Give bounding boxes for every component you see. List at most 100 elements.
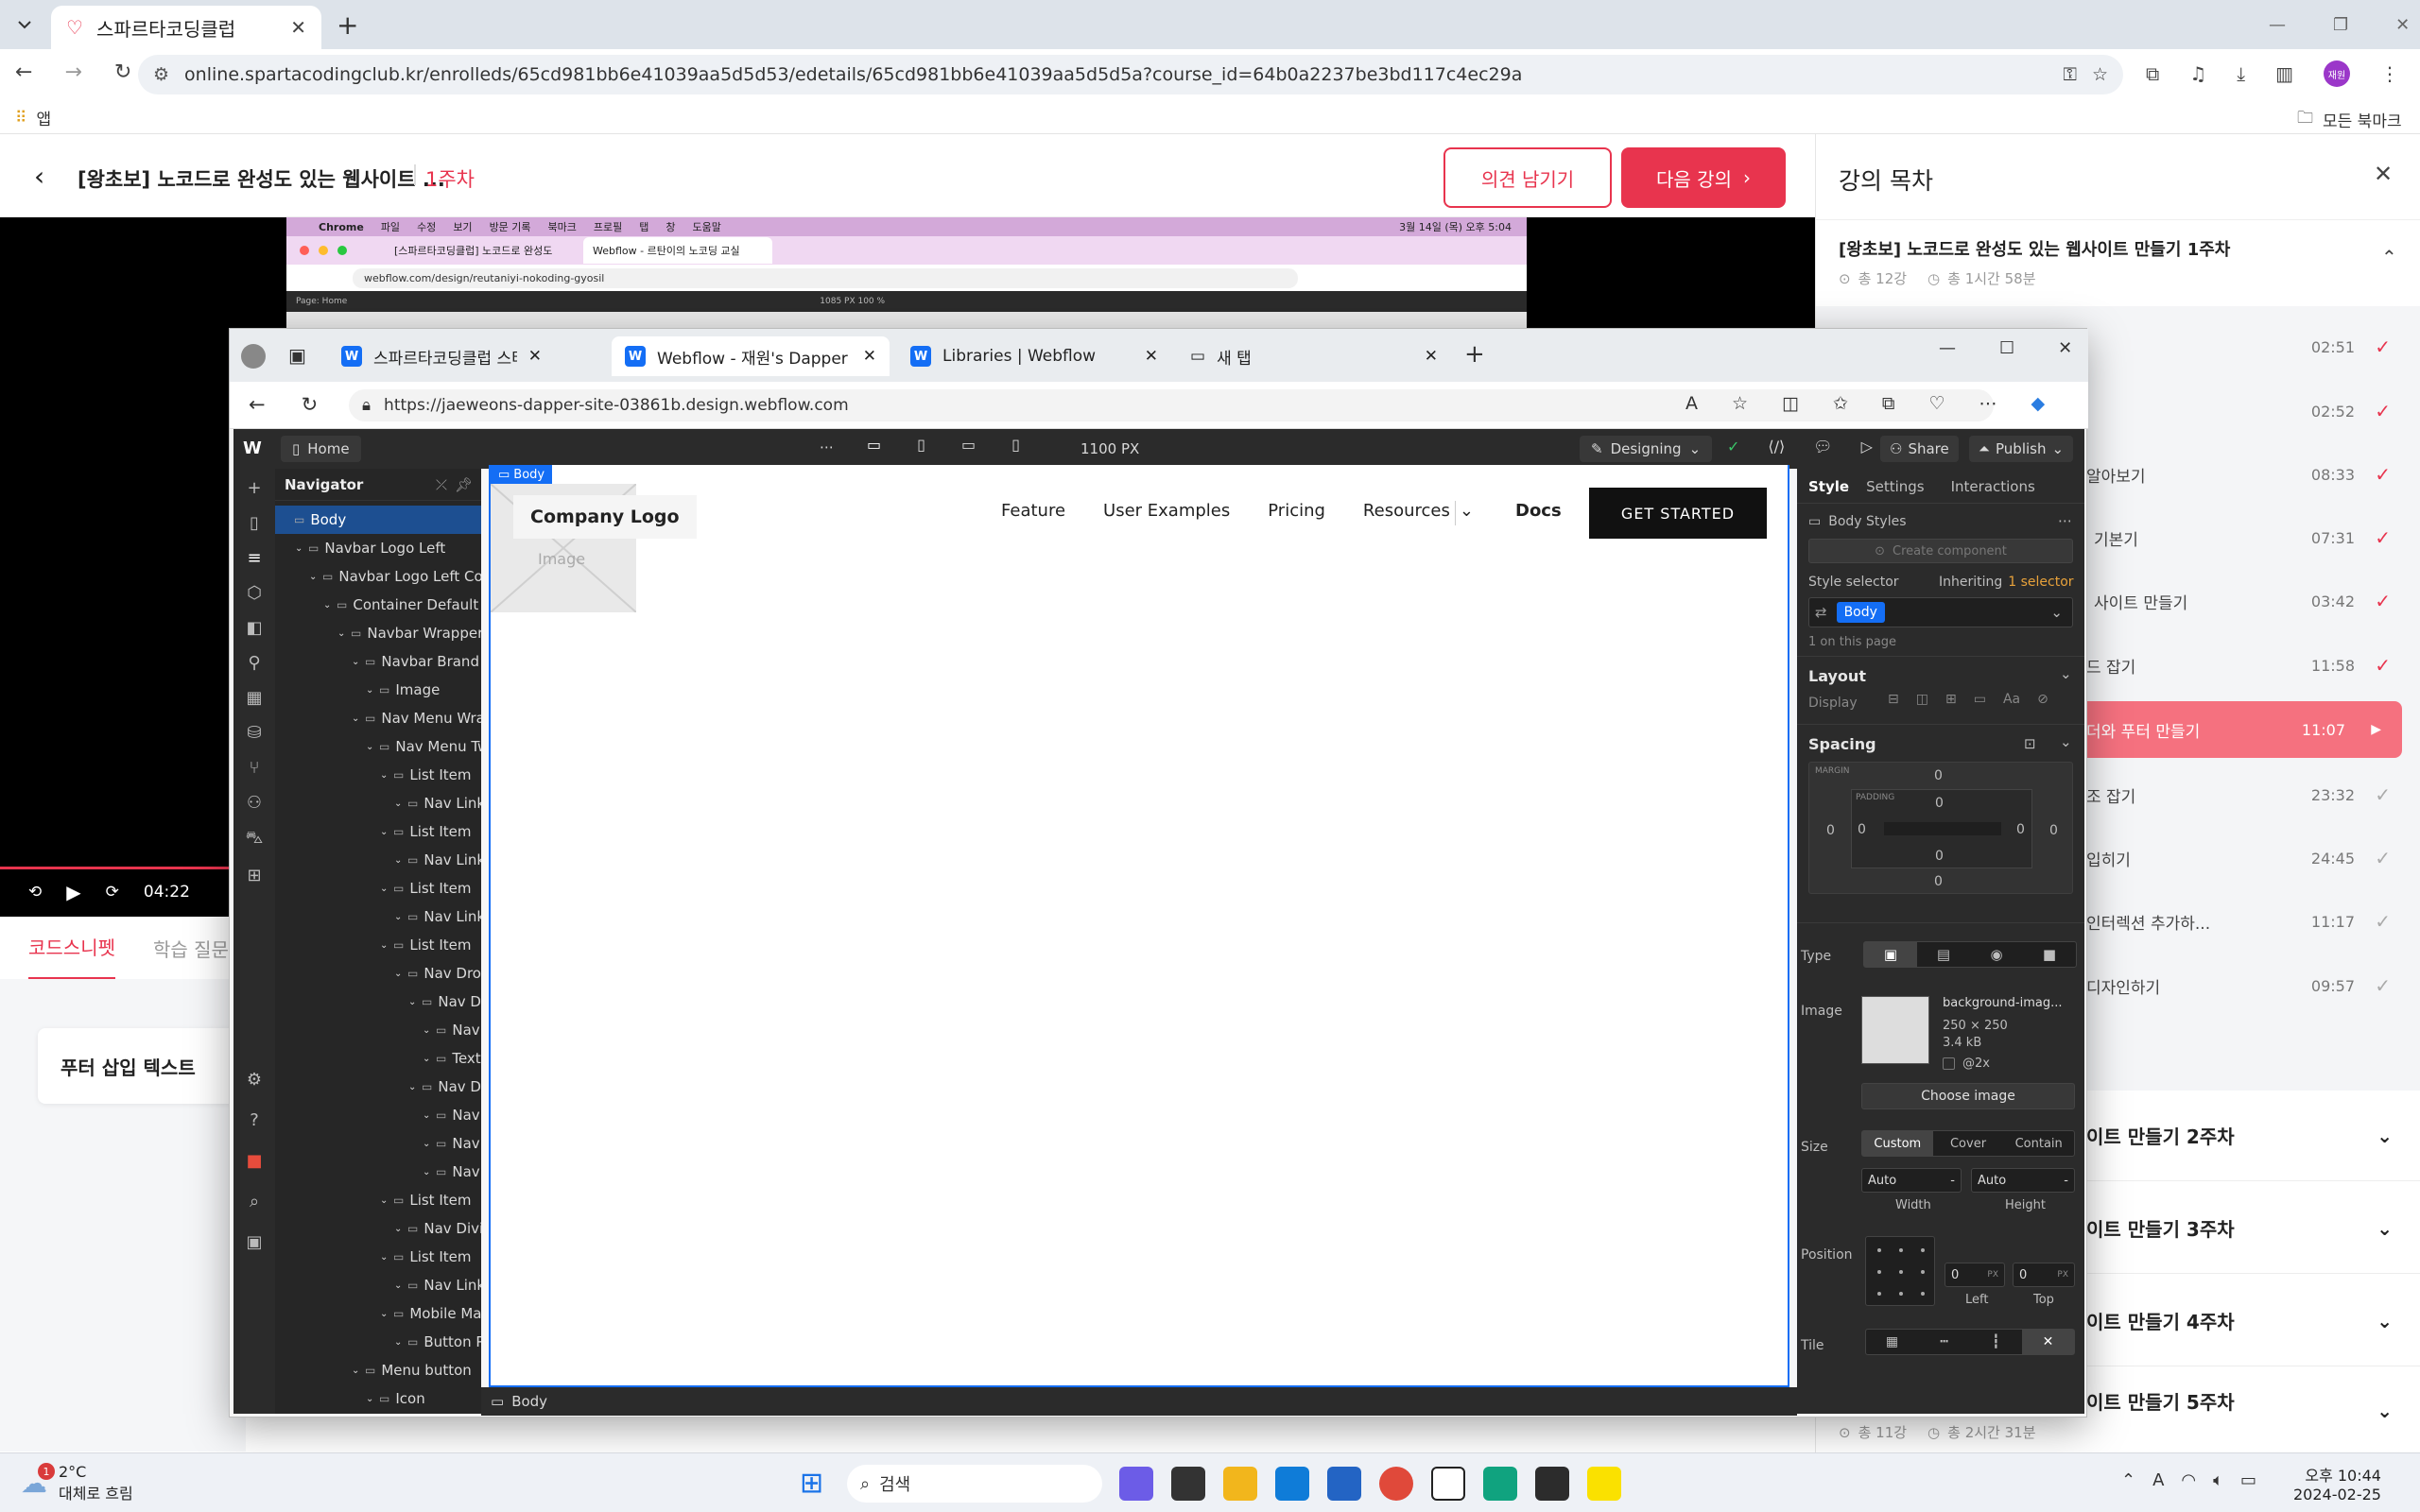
navigator-node[interactable]: ⌄ ▭ Nav Link xyxy=(275,846,481,874)
display-grid-icon[interactable]: ⊞ xyxy=(1945,692,1957,707)
navigator-node[interactable]: ⌄ ▭ Text xyxy=(275,1044,481,1073)
style-selector-input[interactable]: ⇄ Body ⌄ xyxy=(1808,597,2073,627)
navigator-node[interactable]: ⌄ ▭ Image xyxy=(275,676,481,704)
expand-caret-icon[interactable]: ⌄ xyxy=(323,600,331,610)
search-icon[interactable]: ⌕ xyxy=(250,1192,259,1211)
edge-tab[interactable]: ▭ 새 탭 ✕ xyxy=(1177,336,1451,376)
settings-icon[interactable]: ⚙ xyxy=(247,1070,262,1090)
navigator-node[interactable]: ⌄ ▭ Icon xyxy=(275,1384,481,1413)
desktop-breakpoint-icon[interactable]: ▭ xyxy=(867,436,881,454)
tab-search-icon[interactable] xyxy=(13,13,36,36)
bg-radial-gradient-icon[interactable]: ◉ xyxy=(1970,946,2023,963)
tab-interactions[interactable]: Interactions xyxy=(1951,478,2035,495)
display-block-icon[interactable]: ⊟ xyxy=(1888,692,1899,707)
navigator-node[interactable]: ⌄ ▭ List Item xyxy=(275,817,481,846)
navigator-node[interactable]: ⌄ ▭ Nav Dr xyxy=(275,988,481,1016)
play-icon[interactable]: ▶ xyxy=(66,881,80,903)
choose-image-button[interactable]: Choose image xyxy=(1861,1083,2075,1109)
toc-close-icon[interactable]: ✕ xyxy=(2374,161,2393,187)
navigator-node[interactable]: ⌄ ▭ List Item xyxy=(275,761,481,789)
navigator-node[interactable]: ⌄ ▭ List Item xyxy=(275,1186,481,1214)
expand-caret-icon[interactable]: ⌄ xyxy=(394,1280,402,1291)
navigator-node[interactable]: ⌄ ▭ List Item xyxy=(275,931,481,959)
get-started-button[interactable]: GET STARTED xyxy=(1589,488,1767,539)
variables-icon[interactable]: ⚲ xyxy=(248,653,260,673)
pin-icon[interactable]: 📌︎ xyxy=(455,476,473,493)
expand-caret-icon[interactable]: ⌄ xyxy=(309,572,317,582)
pages-icon[interactable]: ▯ xyxy=(250,513,259,533)
ecommerce-icon[interactable]: ⛍ xyxy=(246,828,264,850)
record-icon[interactable]: ■ xyxy=(246,1151,262,1171)
tablet-breakpoint-icon[interactable]: ▯ xyxy=(917,436,925,454)
chevron-down-icon[interactable]: ⌄ xyxy=(2060,733,2072,750)
nav-link-docs[interactable]: Docs xyxy=(1515,501,1562,521)
display-inline-icon[interactable]: Aa xyxy=(2003,692,2020,707)
webflow-logo-icon[interactable]: W xyxy=(243,438,262,458)
chevron-down-icon[interactable]: ⌄ xyxy=(2060,665,2072,682)
minimize-icon[interactable]: — xyxy=(1939,338,1956,358)
expand-caret-icon[interactable]: ⌄ xyxy=(380,1309,388,1319)
ime-icon[interactable]: A xyxy=(2152,1470,2164,1490)
task-view-icon[interactable] xyxy=(1171,1467,1205,1501)
layout-section[interactable]: Layout xyxy=(1808,667,1866,685)
copilot-icon[interactable]: ◆ xyxy=(2031,393,2046,414)
new-tab-icon[interactable]: + xyxy=(337,9,358,41)
comments-icon[interactable]: 💬︎ xyxy=(1813,438,1832,455)
bg-image-type-icon[interactable]: ▣ xyxy=(1864,942,1917,967)
padding-right[interactable]: 0 xyxy=(2016,822,2025,837)
mode-selector[interactable]: ✎ Designing ⌄ xyxy=(1580,436,1713,462)
profile-avatar[interactable]: 재원 xyxy=(2323,60,2350,87)
navigator-node[interactable]: ⌄ ▭ Nav Menu Wrap xyxy=(275,704,481,732)
navigator-node[interactable]: ⌄ ▭ Navbar Brand xyxy=(275,647,481,676)
forward-icon[interactable]: → xyxy=(64,60,81,84)
expand-caret-icon[interactable]: ⌄ xyxy=(423,1139,430,1149)
breadcrumb-body[interactable]: Body xyxy=(511,1393,547,1410)
edge-app-icon[interactable] xyxy=(1275,1467,1309,1501)
tab-close-icon[interactable]: ✕ xyxy=(528,347,542,366)
expand-caret-icon[interactable]: ⌄ xyxy=(394,1337,402,1348)
size-cover[interactable]: Cover xyxy=(1933,1137,2004,1151)
expand-caret-icon[interactable]: ⌄ xyxy=(423,1054,430,1064)
chrome-menu-icon[interactable]: ⋮ xyxy=(2380,62,2399,85)
navigator-node[interactable]: ⌄ ▭ Nav xyxy=(275,1129,481,1158)
at2x-checkbox[interactable] xyxy=(1943,1057,1955,1070)
nav-link-feature[interactable]: Feature xyxy=(1001,501,1065,521)
display-none-icon[interactable]: ⊘ xyxy=(2037,692,2048,707)
styles-icon[interactable]: ◧ xyxy=(246,618,262,638)
notion-icon[interactable] xyxy=(1431,1467,1465,1501)
padding-left[interactable]: 0 xyxy=(1858,822,1866,837)
nav-dropdown-resources[interactable]: Resources ⌄ xyxy=(1363,501,1474,521)
assets-icon[interactable]: ▦ xyxy=(246,688,262,708)
position-top-input[interactable]: 0 PX xyxy=(2013,1263,2075,1287)
file-explorer-icon[interactable] xyxy=(1223,1467,1257,1501)
restore-icon[interactable]: ❐ xyxy=(2333,15,2348,35)
split-screen-icon[interactable]: ◫ xyxy=(1782,393,1799,414)
navigator-node[interactable]: ⌄ ▭ Navbar Wrapper xyxy=(275,619,481,647)
logic-icon[interactable]: ⑂ xyxy=(250,758,260,778)
tile-horizontal-icon[interactable]: ┅ xyxy=(1918,1334,1970,1349)
profile-icon[interactable] xyxy=(241,344,266,369)
bg-linear-gradient-icon[interactable]: ▤ xyxy=(1917,946,1970,963)
expand-caret-icon[interactable]: ⌄ xyxy=(394,912,402,922)
all-bookmarks[interactable]: 🗀 모든 북마크 xyxy=(2297,106,2402,133)
reload-icon[interactable]: ↻ xyxy=(302,393,319,416)
preview-play-icon[interactable]: ▷ xyxy=(1861,438,1873,455)
margin-bottom[interactable]: 0 xyxy=(1934,874,1943,889)
site-info-icon[interactable]: ⚙ xyxy=(153,64,169,85)
password-key-icon[interactable]: ⚿ xyxy=(2063,64,2076,85)
navigator-node[interactable]: ⌄ ▭ Nav Drop xyxy=(275,959,481,988)
back-icon[interactable]: ← xyxy=(15,60,32,84)
expand-caret-icon[interactable]: ⌄ xyxy=(394,1224,402,1234)
back-icon[interactable]: ← xyxy=(249,393,266,416)
collapse-icon[interactable]: ⤫ xyxy=(436,476,447,493)
volume-icon[interactable]: 🔈︎ xyxy=(2213,1470,2223,1490)
display-inline-block-icon[interactable]: ▭ xyxy=(1974,692,1986,707)
chevron-up-icon[interactable]: ⌃ xyxy=(2381,246,2397,268)
close-window-icon[interactable]: ✕ xyxy=(2395,15,2410,35)
navigator-node[interactable]: ⌄ ▭ Nav Link xyxy=(275,789,481,817)
wifi-icon[interactable]: ◠ xyxy=(2181,1470,2196,1490)
copilot-app-icon[interactable] xyxy=(1119,1467,1153,1501)
tab-style[interactable]: Style xyxy=(1808,478,1849,495)
tile-none-icon[interactable]: ✕ xyxy=(2022,1330,2074,1354)
expand-caret-icon[interactable]: ⌄ xyxy=(423,1025,430,1036)
